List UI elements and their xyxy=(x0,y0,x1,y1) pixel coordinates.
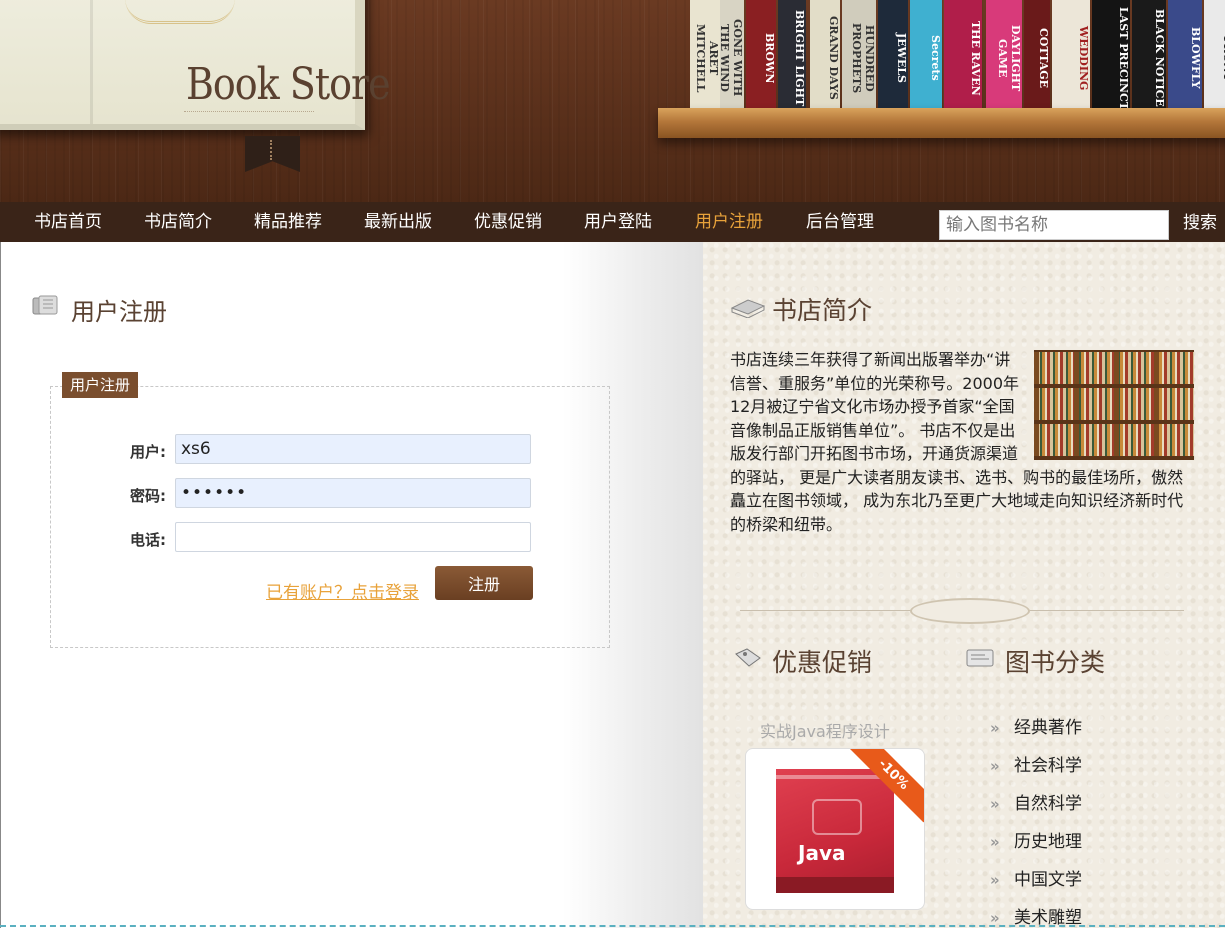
logo-underline xyxy=(184,111,314,112)
nav-about[interactable]: 书店简介 xyxy=(144,202,212,242)
promo-book-title[interactable]: 实战Java程序设计 xyxy=(760,718,890,742)
password-label: 密码: xyxy=(130,487,166,505)
book-spine: BROWN xyxy=(746,0,776,110)
cover-title: Java xyxy=(798,841,846,865)
site-header: Book Store ARET MITCHELL GONE WITH THE W… xyxy=(0,0,1225,202)
page-bottom-border xyxy=(0,925,1225,927)
category-item[interactable]: » 社会科学 xyxy=(990,750,1082,788)
category-title: 图书分类 xyxy=(1005,648,1106,677)
search-button[interactable]: 搜索 xyxy=(1183,202,1217,242)
category-item[interactable]: » 历史地理 xyxy=(990,826,1082,864)
promo-title: 优惠促销 xyxy=(772,648,873,677)
book-spine: FRONT xyxy=(1204,0,1225,110)
flourish-icon xyxy=(910,598,1030,624)
register-fieldset xyxy=(50,386,610,648)
intro-title: 书店简介 xyxy=(772,296,873,325)
main-nav: 书店首页 书店简介 精品推荐 最新出版 优惠促销 用户登陆 用户注册 后台管理 … xyxy=(0,202,1225,242)
book-spine: GRAND DAYS xyxy=(810,0,840,110)
book-spine: WEDDING xyxy=(1052,0,1090,110)
category-item[interactable]: » 经典著作 xyxy=(990,712,1082,750)
main-content: 用户注册 用户注册 用户: 密码: 电话: 已有账户？点击登录 注册 xyxy=(0,242,703,928)
ornament-icon xyxy=(125,0,235,24)
book-cover-image: Java xyxy=(776,769,894,893)
category-item[interactable]: » 自然科学 xyxy=(990,788,1082,826)
nav-login[interactable]: 用户登陆 xyxy=(584,202,652,242)
search-input[interactable] xyxy=(939,210,1169,240)
nav-new-releases[interactable]: 最新出版 xyxy=(364,202,432,242)
username-label: 用户: xyxy=(130,443,166,461)
bookstore-photo xyxy=(1034,350,1194,460)
double-chevron-icon: » xyxy=(990,795,1000,813)
book-spine: JEWELS xyxy=(878,0,908,110)
double-chevron-icon: » xyxy=(990,833,1000,851)
book-spine: THE RAVEN xyxy=(944,0,982,110)
book-spine: HUNDRED PROPHETS xyxy=(842,0,876,110)
category-list: » 经典著作 » 社会科学 » 自然科学 » 历史地理 » 中国文学 » 美术雕塑 xyxy=(990,712,1082,928)
phone-input[interactable] xyxy=(175,522,531,552)
double-chevron-icon: » xyxy=(990,757,1000,775)
book-open-icon xyxy=(730,299,766,318)
cover-art xyxy=(812,799,862,835)
bookshelf: ARET MITCHELL GONE WITH THE WIND BROWN B… xyxy=(690,0,1225,110)
nav-admin[interactable]: 后台管理 xyxy=(806,202,874,242)
category-item[interactable]: » 中国文学 xyxy=(990,864,1082,902)
register-button[interactable]: 注册 xyxy=(435,566,533,600)
nav-home[interactable]: 书店首页 xyxy=(34,202,102,242)
double-chevron-icon: » xyxy=(990,871,1000,889)
ribbon-stitch xyxy=(270,140,274,160)
phone-label: 电话: xyxy=(130,531,166,549)
nav-recommended[interactable]: 精品推荐 xyxy=(254,202,322,242)
sidebar: 书店简介 书店连续三年获得了新闻出版署举办“讲信誉、重服务”单位的光荣称号。20… xyxy=(703,242,1225,928)
ornament-divider xyxy=(740,590,1184,630)
category-label: 中国文学 xyxy=(1014,870,1082,890)
book-spine: BLACK NOTICE xyxy=(1132,0,1166,110)
books-stack-icon xyxy=(32,295,58,315)
category-label: 经典著作 xyxy=(1014,718,1082,738)
category-label: 自然科学 xyxy=(1014,794,1082,814)
shelf-board xyxy=(658,108,1225,138)
book-spine: Secrets xyxy=(910,0,942,110)
category-card-icon xyxy=(966,649,994,667)
register-legend: 用户注册 xyxy=(62,372,139,398)
nav-register[interactable]: 用户注册 xyxy=(695,202,763,242)
book-spine: LAST PRECINCT xyxy=(1092,0,1130,110)
site-logo[interactable]: Book Store xyxy=(186,59,391,110)
book-spine: COTTAGE xyxy=(1024,0,1050,110)
promo-book-card[interactable]: Java -10% xyxy=(745,748,925,910)
book-spine: BRIGHT LIGHT xyxy=(778,0,806,110)
intro-text-block: 书店连续三年获得了新闻出版署举办“讲信誉、重服务”单位的光荣称号。2000年12… xyxy=(730,348,1196,536)
page-title: 用户注册 xyxy=(71,298,167,326)
tag-icon xyxy=(735,648,761,667)
category-label: 历史地理 xyxy=(1014,832,1082,852)
login-link[interactable]: 已有账户？点击登录 xyxy=(266,578,419,603)
book-spine: ARET MITCHELL xyxy=(690,0,720,110)
double-chevron-icon: » xyxy=(990,719,1000,737)
username-input[interactable] xyxy=(175,434,531,464)
nav-promotions[interactable]: 优惠促销 xyxy=(474,202,542,242)
book-spine: DAYLIGHT GAME xyxy=(986,0,1022,110)
book-spine: GONE WITH THE WIND xyxy=(720,0,744,110)
password-input[interactable] xyxy=(175,478,531,508)
cover-bottom xyxy=(776,877,894,893)
book-spine: BLOWFLY xyxy=(1168,0,1202,110)
category-label: 社会科学 xyxy=(1014,756,1082,776)
